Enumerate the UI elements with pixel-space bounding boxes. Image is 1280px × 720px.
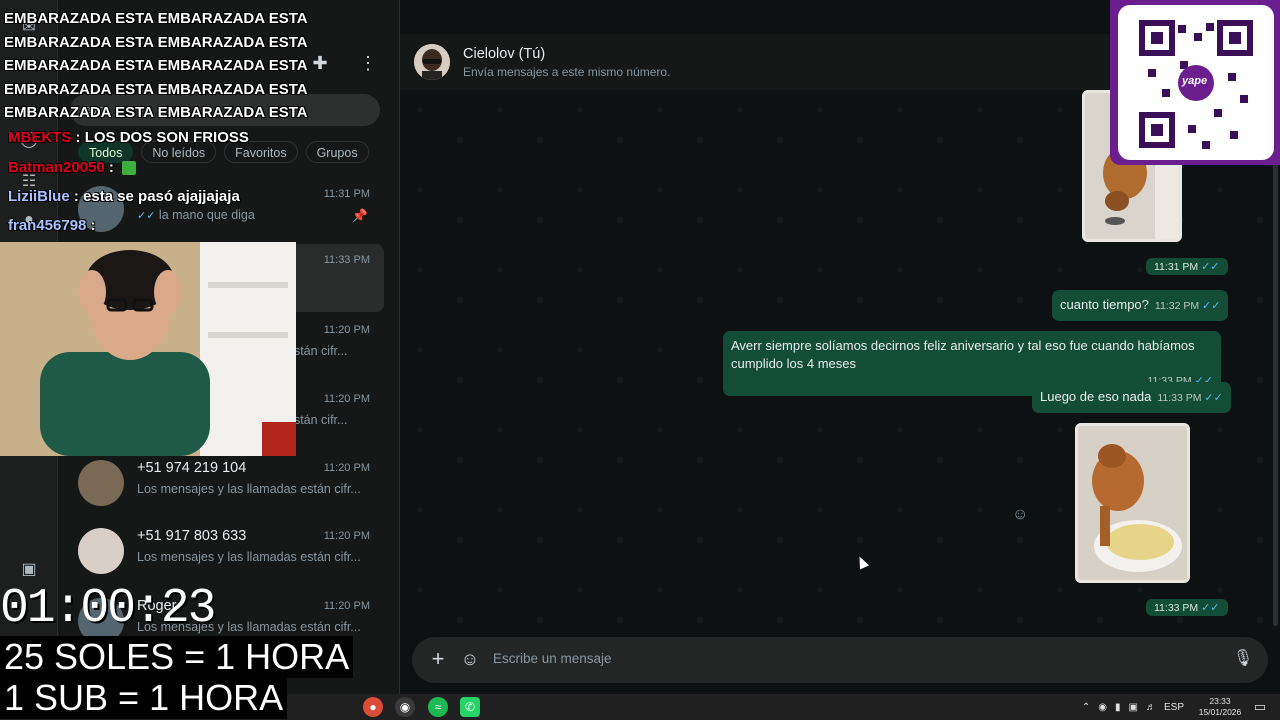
stream-chat-line: MBEKTS : LOS DOS SON FRIOSS <box>8 129 249 146</box>
menu-icon[interactable]: ⋮ <box>357 52 379 74</box>
chat-time: 11:20 PM <box>323 600 370 612</box>
clock[interactable]: 23:33 15/01/2026 <box>1198 696 1242 718</box>
message-bubble[interactable]: cuanto tiempo? 11:32 PM ✓✓ <box>1052 290 1229 321</box>
chat-user: LiziiBlue <box>8 188 70 205</box>
stream-chat-line: fran456798 : <box>8 217 96 234</box>
avatar <box>78 460 124 506</box>
mic-tray-icon[interactable]: ▮ <box>1115 702 1121 713</box>
message-text: Averr siempre solíamos decirnos feliz an… <box>731 338 1195 371</box>
sticker-icon[interactable]: ☺ <box>459 648 481 670</box>
message-composer: + ☺ Escribe un mensaje 🎙 <box>412 637 1268 683</box>
contact-name: Cielolov (Tú) <box>463 46 546 62</box>
message-time: 11:33 PM ✓✓ <box>1157 392 1223 404</box>
stream-chat-line: Batman20050 : <box>8 159 137 176</box>
yape-qr-overlay: yape <box>1110 0 1280 165</box>
clock-date: 15/01/2026 <box>1198 707 1242 717</box>
attach-plus-icon[interactable]: + <box>426 647 450 671</box>
spotify-icon[interactable]: ≈ <box>428 697 448 717</box>
microphone-icon[interactable]: 🎙 <box>1232 648 1254 670</box>
banner-overlay: EMBARAZADA ESTA EMBARAZADA ESTA EMBARAZA… <box>4 7 308 125</box>
contact-subtitle: Envía mensajes a este mismo número. <box>463 65 671 79</box>
chat-time: 11:20 PM <box>323 462 370 474</box>
webcam-overlay <box>0 242 296 456</box>
react-emoji-icon[interactable]: ☺ <box>1012 506 1028 524</box>
media-icon[interactable]: ▣ <box>17 558 41 582</box>
clock-time: 23:33 <box>1209 696 1231 706</box>
chat-row[interactable]: +51 917 803 633 11:20 PM Los mensajes y … <box>70 520 384 588</box>
chat-user: fran456798 <box>8 217 87 234</box>
pin-icon: 📌 <box>351 208 368 223</box>
chat-time: 11:20 PM <box>323 324 370 336</box>
language-indicator[interactable]: ESP <box>1164 702 1184 713</box>
banner-line: EMBARAZADA ESTA EMBARAZADA ESTA <box>4 104 308 121</box>
double-check-icon: ✓✓ <box>1201 602 1220 614</box>
chat-message: esta se pasó ajajjajaja <box>83 188 240 205</box>
message-bubble[interactable]: Luego de eso nada 11:33 PM ✓✓ <box>1032 382 1231 413</box>
scrollbar[interactable] <box>1273 94 1278 626</box>
banner-line: EMBARAZADA ESTA EMBARAZADA ESTA <box>4 33 308 51</box>
promo-line: 25 SOLES = 1 HORA <box>0 636 354 678</box>
obs-icon[interactable]: ◉ <box>395 697 415 717</box>
promo-line: 1 SUB = 1 HORA <box>0 677 288 719</box>
chat-time: 11:20 PM <box>323 530 370 542</box>
volume-icon[interactable]: ♬ <box>1146 702 1156 713</box>
whatsapp-icon[interactable]: ✆ <box>460 697 480 717</box>
stream-chat-line: LiziiBlue : esta se pasó ajajjajaja <box>8 188 240 205</box>
banner-line: EMBARAZADA ESTA EMBARAZADA ESTA <box>4 10 308 27</box>
dog-eating-photo <box>1078 426 1187 580</box>
chevron-up-icon[interactable]: ⌃ <box>1082 702 1090 713</box>
screen: ✉ ◯ ☷ ● ▣ ✚ ⋮ evo Todos No leídos Favori… <box>0 0 1280 720</box>
streamer-webcam <box>0 242 296 456</box>
contact-photo <box>414 44 450 80</box>
filter-grupos[interactable]: Grupos <box>305 141 369 163</box>
chat-name: +51 974 219 104 <box>137 460 247 476</box>
contact-avatar[interactable] <box>414 44 450 80</box>
chat-message: LOS DOS SON FRIOSS <box>84 129 249 146</box>
banner-line: EMBARAZADA ESTA EMBARAZADA ESTA <box>4 57 308 74</box>
chat-time: 11:20 PM <box>323 393 370 405</box>
chat-user: Batman20050 <box>8 159 105 176</box>
chat-time: 11:33 PM <box>323 254 370 266</box>
chat-row[interactable]: +51 974 219 104 11:20 PM Los mensajes y … <box>70 452 384 520</box>
stream-timer: 01:00:23 <box>0 582 216 636</box>
chat-user: MBEKTS <box>8 129 72 146</box>
chat-time: 11:31 PM <box>323 188 370 200</box>
chat-preview: Los mensajes y las llamadas están cifr..… <box>137 550 361 564</box>
avatar <box>78 528 124 574</box>
emote-icon <box>122 161 137 176</box>
system-tray: ⌃ ◉ ▮ ▣ ♬ ESP <box>1082 694 1184 720</box>
network-icon[interactable]: ▣ <box>1129 702 1138 713</box>
image-timestamp: 11:31 PM ✓✓ <box>1146 258 1228 275</box>
chat-preview: están cifr... <box>287 413 348 427</box>
double-check-icon: ✓✓ <box>1201 261 1220 273</box>
double-check-icon: ✓✓ <box>1202 300 1221 312</box>
chat-preview: están cifr... <box>287 344 348 358</box>
message-text: cuanto tiempo? <box>1060 297 1149 312</box>
message-input[interactable]: Escribe un mensaje <box>493 651 612 666</box>
chat-preview: Los mensajes y las llamadas están cifr..… <box>137 482 361 496</box>
message-time: 11:32 PM ✓✓ <box>1154 300 1221 312</box>
banner-line: EMBARAZADA ESTA EMBARAZADA ESTA <box>4 80 308 98</box>
image-message[interactable] <box>1075 423 1190 583</box>
image-timestamp: 11:33 PM ✓✓ <box>1146 599 1228 616</box>
sidebar-header-actions: ✚ ⋮ <box>309 52 379 74</box>
double-check-icon: ✓✓ <box>1204 392 1223 404</box>
qr-code: yape <box>1118 5 1274 160</box>
notifications-icon[interactable]: ▭ <box>1252 699 1268 715</box>
double-check-icon: ✓✓ <box>137 210 156 222</box>
chat-preview: ✓✓ la mano que diga <box>137 208 255 222</box>
chrome-icon[interactable]: ● <box>363 697 383 717</box>
new-chat-icon[interactable]: ✚ <box>309 52 331 74</box>
message-text: Luego de eso nada <box>1040 389 1152 404</box>
chat-name: +51 917 803 633 <box>137 528 247 544</box>
yape-logo: yape <box>1182 75 1208 87</box>
record-icon[interactable]: ◉ <box>1098 702 1107 713</box>
